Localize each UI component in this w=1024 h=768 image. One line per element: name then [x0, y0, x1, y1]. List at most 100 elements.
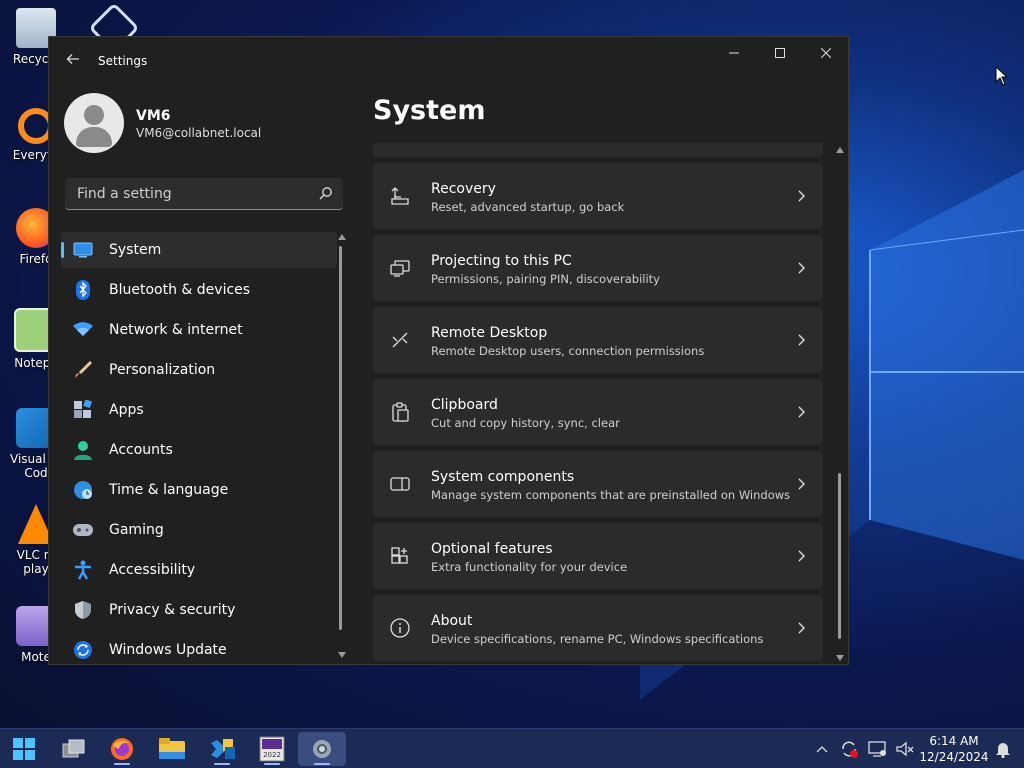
tray-update[interactable]: [838, 729, 860, 768]
card-title: Recovery: [431, 181, 496, 197]
sidebar-nav: System Bluetooth & devices Network & int…: [61, 232, 337, 662]
sidebar-item-label: Accessibility: [109, 562, 196, 578]
bell-icon: [996, 743, 1010, 758]
sidebar-item-accessibility[interactable]: Accessibility: [61, 552, 337, 588]
taskbar: 2022 6:14 AM 12/24/2024: [0, 728, 1024, 768]
sidebar-scrollbar[interactable]: [338, 234, 346, 658]
clock-time: 6:14 AM: [929, 734, 979, 748]
globe-clock-icon: [73, 480, 93, 500]
sidebar-item-windows-update[interactable]: Windows Update: [61, 632, 337, 662]
start-button[interactable]: [0, 732, 48, 766]
paintbrush-icon: [73, 360, 93, 380]
scroll-up-icon[interactable]: [836, 147, 844, 153]
sidebar-item-label: Accounts: [109, 442, 173, 458]
arrow-left-icon: [66, 54, 79, 64]
scroll-down-icon[interactable]: [338, 652, 346, 658]
card-optional-features[interactable]: Optional features Extra functionality fo…: [373, 523, 823, 589]
card-subtitle: Device specifications, rename PC, Window…: [431, 632, 764, 646]
scroll-down-icon[interactable]: [836, 655, 844, 661]
shield-icon: [73, 600, 93, 620]
profile-name: VM6: [136, 108, 171, 124]
sidebar-item-gaming[interactable]: Gaming: [61, 512, 337, 548]
avatar: [64, 93, 124, 153]
bluetooth-icon: [73, 280, 93, 300]
sidebar-item-accounts[interactable]: Accounts: [61, 432, 337, 468]
card-clipboard[interactable]: Clipboard Cut and copy history, sync, cl…: [373, 379, 823, 445]
close-button[interactable]: [803, 37, 848, 69]
minimize-icon: [729, 52, 739, 54]
taskbar-firefox[interactable]: [98, 732, 146, 766]
sidebar-item-label: Time & language: [109, 482, 229, 498]
task-view-icon: [62, 739, 85, 758]
card-title: Clipboard: [431, 397, 498, 413]
back-button[interactable]: [63, 51, 83, 71]
sidebar-item-label: Privacy & security: [109, 602, 236, 618]
chevron-up-icon: [816, 746, 828, 753]
firefox-icon: [111, 738, 133, 760]
visual-studio-installer-icon: [211, 739, 235, 759]
settings-icon: [313, 740, 331, 758]
card-projecting[interactable]: Projecting to this PC Permissions, pairi…: [373, 235, 823, 301]
scrollbar-thumb[interactable]: [838, 473, 841, 639]
wifi-icon: [73, 320, 93, 340]
scroll-up-icon[interactable]: [338, 234, 346, 240]
content-scrollbar[interactable]: [836, 147, 844, 661]
network-icon: [868, 741, 886, 757]
update-alert-icon: [842, 741, 858, 758]
sidebar-item-system[interactable]: System: [61, 232, 337, 268]
sidebar-item-network[interactable]: Network & internet: [61, 312, 337, 348]
card-title: System components: [431, 469, 575, 485]
tray-volume[interactable]: [894, 729, 916, 768]
profile-email: VM6@collabnet.local: [136, 126, 262, 140]
chevron-right-icon: [798, 190, 805, 202]
settings-window: Settings VM6 VM6@collabnet.local System …: [48, 36, 849, 665]
clock-date: 12/24/2024: [919, 750, 989, 764]
card-title: About: [431, 613, 473, 629]
notifications-button[interactable]: [992, 729, 1014, 768]
card-system-components[interactable]: System components Manage system componen…: [373, 451, 823, 517]
recovery-icon: [391, 187, 409, 205]
taskbar-file-explorer[interactable]: [148, 732, 196, 766]
card-about[interactable]: About Device specifications, rename PC, …: [373, 595, 823, 661]
taskbar-settings[interactable]: [298, 732, 346, 766]
sidebar-item-apps[interactable]: Apps: [61, 392, 337, 428]
sidebar-item-label: System: [109, 242, 162, 258]
maximize-button[interactable]: [757, 37, 803, 69]
card-subtitle: Cut and copy history, sync, clear: [431, 416, 620, 430]
sidebar-item-time-language[interactable]: Time & language: [61, 472, 337, 508]
page-title: System: [373, 95, 486, 126]
sidebar-item-label: Personalization: [109, 362, 216, 378]
sidebar-item-label: Apps: [109, 402, 144, 418]
monitor-icon: [73, 240, 93, 260]
card-title: Projecting to this PC: [431, 253, 572, 269]
scrollbar-thumb[interactable]: [339, 246, 342, 630]
card-subtitle: Extra functionality for your device: [431, 560, 628, 574]
search-box[interactable]: [65, 178, 343, 210]
task-view-button[interactable]: [50, 732, 98, 766]
window-title: Settings: [98, 54, 148, 68]
tray-network[interactable]: [866, 729, 888, 768]
maximize-icon: [775, 48, 785, 58]
minimize-button[interactable]: [711, 37, 757, 69]
card-recovery[interactable]: Recovery Reset, advanced startup, go bac…: [373, 163, 823, 229]
taskbar-clock[interactable]: 6:14 AM 12/24/2024: [918, 733, 990, 765]
search-input[interactable]: [75, 178, 309, 210]
remote-desktop-icon: [392, 332, 408, 348]
show-hidden-icons-button[interactable]: [812, 729, 832, 768]
chevron-right-icon: [798, 406, 805, 418]
sidebar-item-personalization[interactable]: Personalization: [61, 352, 337, 388]
taskbar-visual-studio-installer[interactable]: [198, 732, 246, 766]
sidebar-item-bluetooth[interactable]: Bluetooth & devices: [61, 272, 337, 308]
sidebar-item-privacy-security[interactable]: Privacy & security: [61, 592, 337, 628]
projecting-icon: [390, 260, 410, 277]
card-subtitle: Manage system components that are preins…: [431, 488, 791, 502]
taskbar-visual-studio-2022[interactable]: 2022: [248, 732, 296, 766]
file-explorer-icon: [159, 738, 185, 759]
card-remote-desktop[interactable]: Remote Desktop Remote Desktop users, con…: [373, 307, 823, 373]
sidebar-item-label: Gaming: [109, 522, 164, 538]
optional-features-icon: [391, 547, 408, 564]
card-subtitle: Reset, advanced startup, go back: [431, 200, 625, 214]
chevron-right-icon: [798, 334, 805, 346]
sidebar-item-label: Windows Update: [109, 642, 227, 658]
partial-card[interactable]: [373, 143, 823, 157]
